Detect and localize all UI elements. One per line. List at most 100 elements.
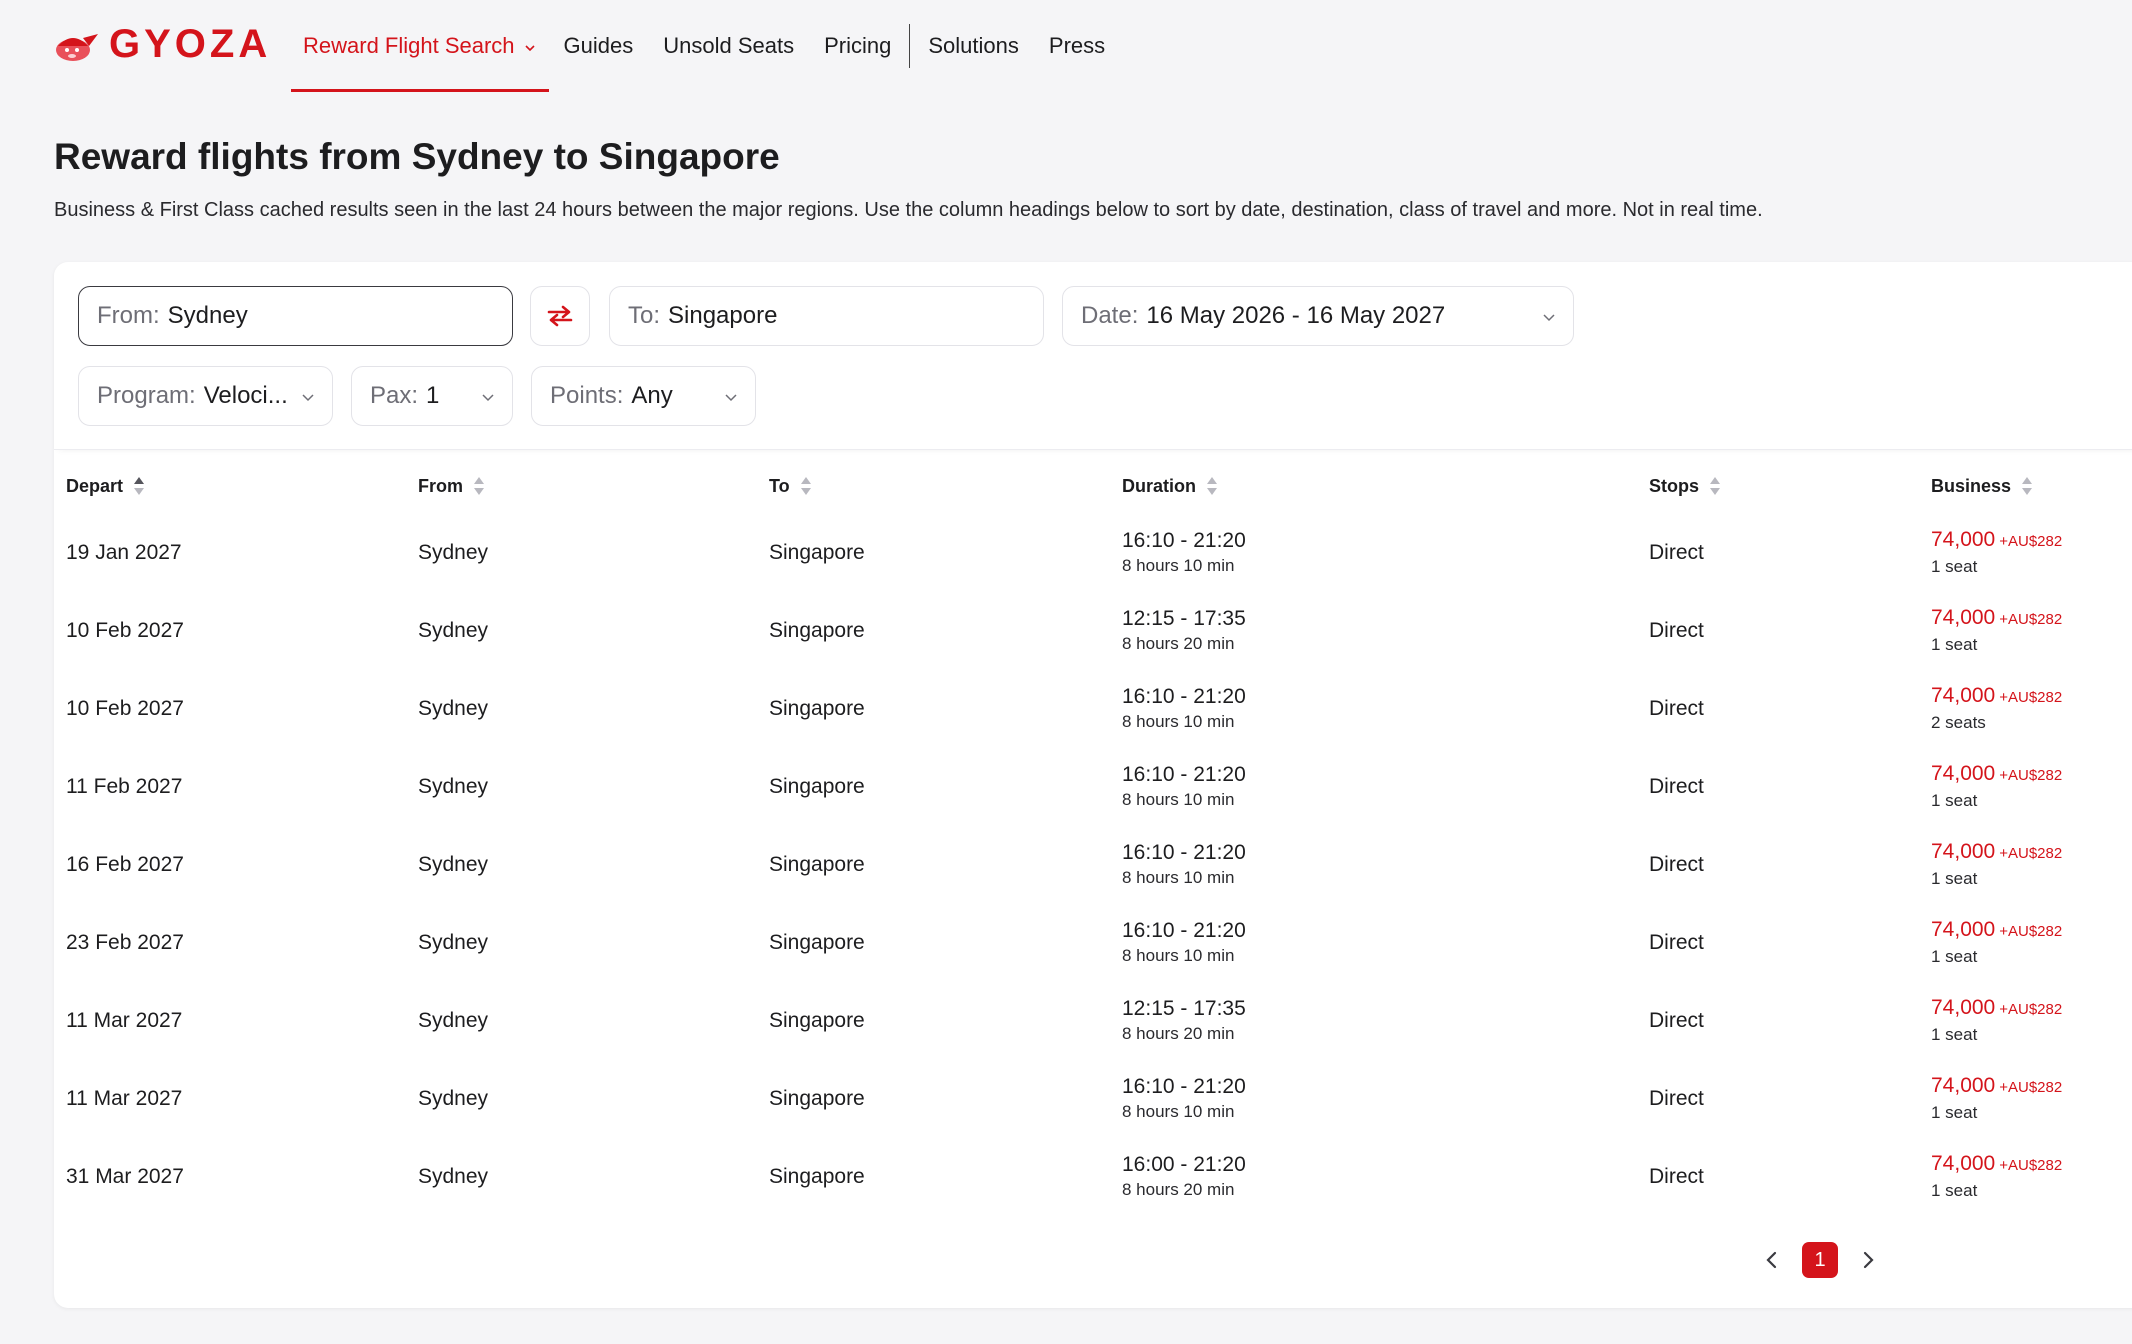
page-number-current[interactable]: 1 bbox=[1802, 1242, 1838, 1278]
flight-times: 16:10 - 21:20 bbox=[1122, 1075, 1246, 1098]
header-business[interactable]: Business bbox=[1931, 458, 2033, 514]
table-row[interactable]: 10 Feb 2027 Sydney Singapore 16:10 - 21:… bbox=[54, 670, 2132, 748]
cell-from: Sydney bbox=[418, 1087, 489, 1110]
cell-to: Singapore bbox=[769, 1165, 865, 1188]
seat-count: 1 seat bbox=[1931, 1181, 1978, 1200]
brand-name: GYOZA bbox=[109, 22, 272, 66]
prev-page-button[interactable] bbox=[1754, 1242, 1790, 1278]
points-price: 74,000 bbox=[1931, 918, 1996, 941]
header-stops[interactable]: Stops bbox=[1649, 458, 1721, 514]
page-title: Reward flights from Sydney to Singapore bbox=[54, 136, 780, 177]
flight-duration: 8 hours 10 min bbox=[1122, 868, 1235, 887]
nav-reward-flight-search[interactable]: Reward Flight Search bbox=[291, 0, 549, 92]
cell-to: Singapore bbox=[769, 853, 865, 876]
cell-business[interactable]: 74,000 +AU$282 1 seat bbox=[1931, 592, 2062, 670]
flight-duration: 8 hours 10 min bbox=[1122, 556, 1235, 575]
from-field[interactable]: From: bbox=[78, 286, 513, 346]
brand-logo[interactable]: GYOZA bbox=[53, 22, 271, 66]
cell-from: Sydney bbox=[418, 541, 489, 564]
points-price: 74,000 bbox=[1931, 1074, 1996, 1097]
cell-from: Sydney bbox=[418, 853, 489, 876]
tax-amount: +AU$282 bbox=[1999, 1001, 2063, 1018]
points-price: 74,000 bbox=[1931, 840, 1996, 863]
header-depart[interactable]: Depart bbox=[66, 458, 145, 514]
nav-pricing[interactable]: Pricing bbox=[809, 0, 906, 92]
cell-business[interactable]: 74,000 +AU$282 1 seat bbox=[1931, 904, 2062, 982]
header-to[interactable]: To bbox=[769, 458, 812, 514]
to-field[interactable]: To: bbox=[609, 286, 1044, 346]
cell-stops: Direct bbox=[1649, 931, 1704, 954]
from-input[interactable] bbox=[167, 302, 408, 330]
points-select[interactable]: Points: Any bbox=[531, 366, 756, 426]
table-row[interactable]: 16 Feb 2027 Sydney Singapore 16:10 - 21:… bbox=[54, 826, 2132, 904]
seat-count: 1 seat bbox=[1931, 557, 1978, 576]
flight-times: 12:15 - 17:35 bbox=[1122, 997, 1246, 1020]
cell-duration: 12:15 - 17:35 8 hours 20 min bbox=[1122, 592, 1246, 670]
table-row[interactable]: 10 Feb 2027 Sydney Singapore 12:15 - 17:… bbox=[54, 592, 2132, 670]
page-description: Business & First Class cached results se… bbox=[54, 199, 1763, 221]
nav-item-label: Reward Flight Search bbox=[303, 33, 515, 58]
table-row[interactable]: 31 Mar 2027 Sydney Singapore 16:00 - 21:… bbox=[54, 1138, 2132, 1216]
header-label: From bbox=[418, 475, 463, 496]
tax-amount: +AU$282 bbox=[1999, 845, 2063, 862]
cell-business[interactable]: 74,000 +AU$282 1 seat bbox=[1931, 1138, 2062, 1216]
flight-duration: 8 hours 10 min bbox=[1122, 946, 1235, 965]
cell-depart: 19 Jan 2027 bbox=[66, 541, 182, 564]
to-label: To: bbox=[628, 302, 661, 329]
swap-arrows-icon bbox=[547, 305, 573, 327]
price-line: 74,000 +AU$282 bbox=[1931, 1151, 2062, 1179]
sort-icon bbox=[800, 477, 811, 495]
header-label: To bbox=[769, 475, 790, 496]
header-from[interactable]: From bbox=[418, 458, 485, 514]
points-price: 74,000 bbox=[1931, 1152, 1996, 1175]
tax-amount: +AU$282 bbox=[1999, 1157, 2063, 1174]
chevron-down-icon bbox=[482, 394, 494, 402]
table-row[interactable]: 11 Feb 2027 Sydney Singapore 16:10 - 21:… bbox=[54, 748, 2132, 826]
next-page-button[interactable] bbox=[1850, 1242, 1886, 1278]
cell-depart: 23 Feb 2027 bbox=[66, 931, 184, 954]
results-table-header: Depart From To Duration Stops Business bbox=[54, 458, 2132, 514]
points-value: Any bbox=[631, 382, 673, 409]
cell-from: Sydney bbox=[418, 1165, 489, 1188]
table-row[interactable]: 11 Mar 2027 Sydney Singapore 12:15 - 17:… bbox=[54, 982, 2132, 1060]
cell-stops: Direct bbox=[1649, 775, 1704, 798]
cell-business[interactable]: 74,000 +AU$282 1 seat bbox=[1931, 514, 2062, 592]
program-select[interactable]: Program: Veloci... bbox=[78, 366, 333, 426]
nav-press[interactable]: Press bbox=[1034, 0, 1120, 92]
seat-count: 1 seat bbox=[1931, 869, 1978, 888]
table-row[interactable]: 11 Mar 2027 Sydney Singapore 16:10 - 21:… bbox=[54, 1060, 2132, 1138]
nav-solutions[interactable]: Solutions bbox=[913, 0, 1034, 92]
pax-value: 1 bbox=[426, 382, 440, 409]
nav-divider bbox=[909, 24, 911, 68]
cell-stops: Direct bbox=[1649, 697, 1704, 720]
cell-stops: Direct bbox=[1649, 1009, 1704, 1032]
chevron-down-icon bbox=[725, 394, 737, 402]
chevron-down-icon bbox=[524, 45, 535, 52]
cell-depart: 11 Feb 2027 bbox=[66, 775, 183, 798]
points-price: 74,000 bbox=[1931, 762, 1996, 785]
cell-business[interactable]: 74,000 +AU$282 1 seat bbox=[1931, 748, 2062, 826]
nav-unsold-seats[interactable]: Unsold Seats bbox=[648, 0, 809, 92]
cell-duration: 16:10 - 21:20 8 hours 10 min bbox=[1122, 514, 1246, 592]
seat-count: 1 seat bbox=[1931, 1103, 1978, 1122]
date-select[interactable]: Date: 16 May 2026 - 16 May 2027 bbox=[1062, 286, 1574, 346]
date-label: Date: bbox=[1081, 302, 1139, 329]
pax-select[interactable]: Pax: 1 bbox=[351, 366, 513, 426]
cell-stops: Direct bbox=[1649, 1087, 1704, 1110]
nav-guides[interactable]: Guides bbox=[549, 0, 649, 92]
cell-business[interactable]: 74,000 +AU$282 1 seat bbox=[1931, 982, 2062, 1060]
cell-stops: Direct bbox=[1649, 1165, 1704, 1188]
flight-times: 16:10 - 21:20 bbox=[1122, 919, 1246, 942]
main-nav: Reward Flight Search Guides Unsold Seats… bbox=[291, 0, 1120, 92]
table-row[interactable]: 19 Jan 2027 Sydney Singapore 16:10 - 21:… bbox=[54, 514, 2132, 592]
to-input[interactable] bbox=[668, 302, 909, 330]
header-duration[interactable]: Duration bbox=[1122, 458, 1218, 514]
cell-business[interactable]: 74,000 +AU$282 1 seat bbox=[1931, 1060, 2062, 1138]
cell-to: Singapore bbox=[769, 619, 865, 642]
cell-business[interactable]: 74,000 +AU$282 2 seats bbox=[1931, 670, 2062, 748]
table-row[interactable]: 23 Feb 2027 Sydney Singapore 16:10 - 21:… bbox=[54, 904, 2132, 982]
from-label: From: bbox=[97, 302, 160, 329]
header-label: Stops bbox=[1649, 475, 1700, 496]
swap-button[interactable] bbox=[530, 286, 590, 346]
cell-business[interactable]: 74,000 +AU$282 1 seat bbox=[1931, 826, 2062, 904]
